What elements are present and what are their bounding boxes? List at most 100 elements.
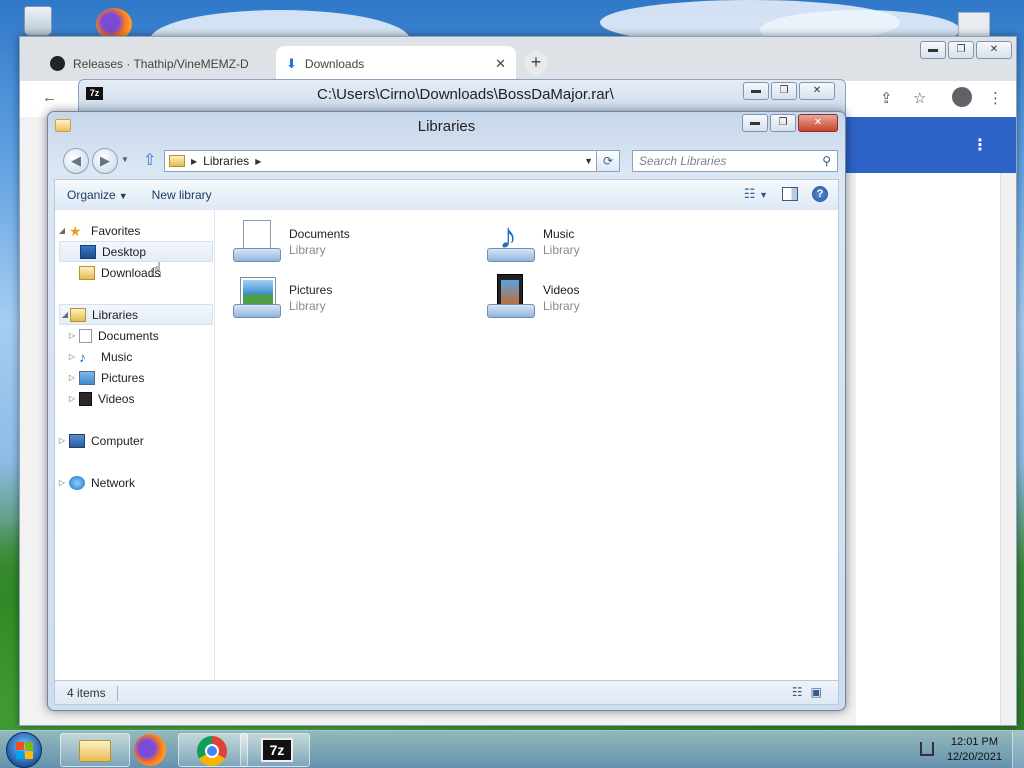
pictures-library-icon: [233, 274, 281, 322]
nav-videos[interactable]: ▷ Videos: [55, 388, 213, 409]
tab-downloads[interactable]: ⬇ Downloads ✕: [276, 46, 516, 81]
documents-icon: [79, 328, 92, 343]
refresh-button[interactable]: ⟳: [596, 150, 620, 172]
library-videos[interactable]: Videos Library: [487, 274, 717, 324]
hand-cursor-icon: ☝: [150, 260, 163, 282]
expand-arrow-icon[interactable]: ◢: [60, 310, 70, 319]
tab-strip: Releases · Thathip/VineMEMZ-D ⬇ Download…: [20, 37, 1016, 81]
new-library-button[interactable]: New library: [140, 188, 224, 202]
windows-logo-icon: [16, 742, 24, 750]
expand-arrow-icon[interactable]: ▷: [65, 394, 79, 403]
back-button[interactable]: ◀: [63, 148, 89, 174]
preview-pane-icon[interactable]: [782, 187, 798, 201]
music-library-icon: ♪: [487, 218, 535, 266]
share-icon[interactable]: ⇪: [880, 89, 893, 107]
library-type: Library: [543, 243, 580, 257]
breadcrumb-separator-icon[interactable]: ▶: [255, 157, 261, 166]
new-tab-button[interactable]: +: [524, 51, 548, 75]
taskbar-firefox[interactable]: [134, 734, 166, 766]
music-icon: ♪: [79, 348, 86, 365]
windows-logo-icon: [25, 751, 33, 759]
clock-date: 12/20/2021: [946, 751, 1002, 763]
maximize-button[interactable]: ❐: [948, 41, 974, 59]
address-dropdown-icon[interactable]: ▼: [584, 156, 593, 166]
back-icon[interactable]: ←: [42, 89, 57, 106]
search-input[interactable]: Search Libraries ⚲: [632, 150, 838, 172]
menu-icon[interactable]: ⋮: [988, 89, 1003, 107]
minimize-button[interactable]: ▬: [920, 41, 946, 59]
expand-arrow-icon[interactable]: ▷: [65, 373, 79, 382]
close-button[interactable]: ✕: [976, 41, 1012, 59]
nav-pictures[interactable]: ▷ Pictures: [55, 367, 213, 388]
recycle-bin-icon[interactable]: [24, 6, 52, 36]
breadcrumb-separator-icon: ▶: [191, 156, 198, 166]
network-icon: [69, 475, 85, 490]
expand-arrow-icon[interactable]: ◢: [55, 226, 69, 235]
nav-label: Pictures: [101, 370, 145, 385]
minimize-button[interactable]: ▬: [743, 82, 769, 100]
nav-computer[interactable]: ▷ Computer: [55, 430, 213, 451]
computer-icon: [69, 433, 85, 448]
close-button[interactable]: ✕: [798, 114, 838, 132]
library-pictures[interactable]: Pictures Library: [233, 274, 463, 324]
status-bar: 4 items ☷▣: [54, 680, 839, 705]
profile-icon[interactable]: [952, 87, 972, 107]
nav-label: Libraries: [92, 307, 139, 322]
command-bar: Organize ▼ New library ☷ ▼ ?: [54, 179, 839, 210]
more-options-icon[interactable]: ⋮: [972, 135, 988, 155]
nav-label: Documents: [98, 328, 159, 343]
show-desktop-button[interactable]: [1012, 731, 1024, 768]
scrollbar[interactable]: [1000, 173, 1014, 725]
start-button[interactable]: [6, 732, 42, 768]
content-pane: Documents Library ♪ Music Library Pictur…: [215, 210, 838, 683]
nav-desktop[interactable]: Desktop: [59, 241, 213, 262]
expand-arrow-icon[interactable]: ▷: [65, 352, 79, 361]
breadcrumb-libraries[interactable]: Libraries: [203, 154, 249, 168]
view-toggle-icons[interactable]: ☷▣: [792, 685, 830, 699]
library-type: Library: [543, 299, 580, 313]
maximize-button[interactable]: ❐: [771, 82, 797, 100]
change-view-icon[interactable]: ☷ ▼: [744, 186, 768, 202]
tab-label: Releases · Thathip/VineMEMZ-D: [73, 56, 249, 71]
network-tray-icon[interactable]: [920, 742, 934, 756]
expand-arrow-icon[interactable]: ▷: [65, 331, 79, 340]
taskbar-chrome[interactable]: [178, 733, 248, 767]
search-icon[interactable]: ⚲: [822, 154, 831, 168]
nav-documents[interactable]: ▷ Documents: [55, 325, 213, 346]
item-count: 4 items: [67, 686, 106, 700]
sevenzip-app-icon: 7z: [86, 87, 103, 100]
status-separator: [117, 686, 118, 701]
organize-button[interactable]: Organize ▼: [55, 188, 140, 202]
nav-downloads[interactable]: Downloads: [55, 262, 213, 283]
nav-music[interactable]: ▷ ♪ Music: [55, 346, 213, 367]
download-icon: ⬇: [286, 55, 297, 71]
clock[interactable]: 12:01 PM 12/20/2021: [947, 735, 1002, 765]
tab-releases[interactable]: Releases · Thathip/VineMEMZ-D: [40, 46, 276, 81]
forward-button[interactable]: ▶: [92, 148, 118, 174]
taskbar-explorer[interactable]: [60, 733, 130, 767]
desktop-icon: [80, 244, 96, 259]
recent-pages-icon[interactable]: ▼: [121, 155, 129, 164]
library-music[interactable]: ♪ Music Library: [487, 218, 717, 268]
expand-arrow-icon[interactable]: ▷: [55, 478, 69, 487]
nav-network[interactable]: ▷ Network: [55, 472, 213, 493]
close-button[interactable]: ✕: [799, 82, 835, 100]
downloads-header: ⋮: [840, 117, 1016, 173]
explorer-window-controls: ▬ ❐ ✕: [742, 114, 838, 132]
close-tab-icon[interactable]: ✕: [495, 56, 506, 72]
address-bar[interactable]: ▶ Libraries ▶ ▼: [164, 150, 598, 172]
help-icon[interactable]: ?: [812, 186, 828, 202]
up-icon[interactable]: ⇧: [143, 150, 156, 170]
videos-library-icon: [487, 274, 535, 322]
star-icon: ★: [69, 222, 82, 239]
taskbar-sevenzip[interactable]: 7z: [240, 733, 310, 767]
expand-arrow-icon[interactable]: ▷: [55, 436, 69, 445]
nav-label: Favorites: [91, 223, 141, 238]
nav-label: Desktop: [102, 244, 147, 259]
minimize-button[interactable]: ▬: [742, 114, 768, 132]
nav-favorites[interactable]: ◢ ★ Favorites: [55, 220, 213, 241]
nav-libraries[interactable]: ◢ Libraries: [59, 304, 213, 325]
maximize-button[interactable]: ❐: [770, 114, 796, 132]
star-icon[interactable]: ☆: [913, 89, 926, 107]
library-documents[interactable]: Documents Library: [233, 218, 463, 268]
